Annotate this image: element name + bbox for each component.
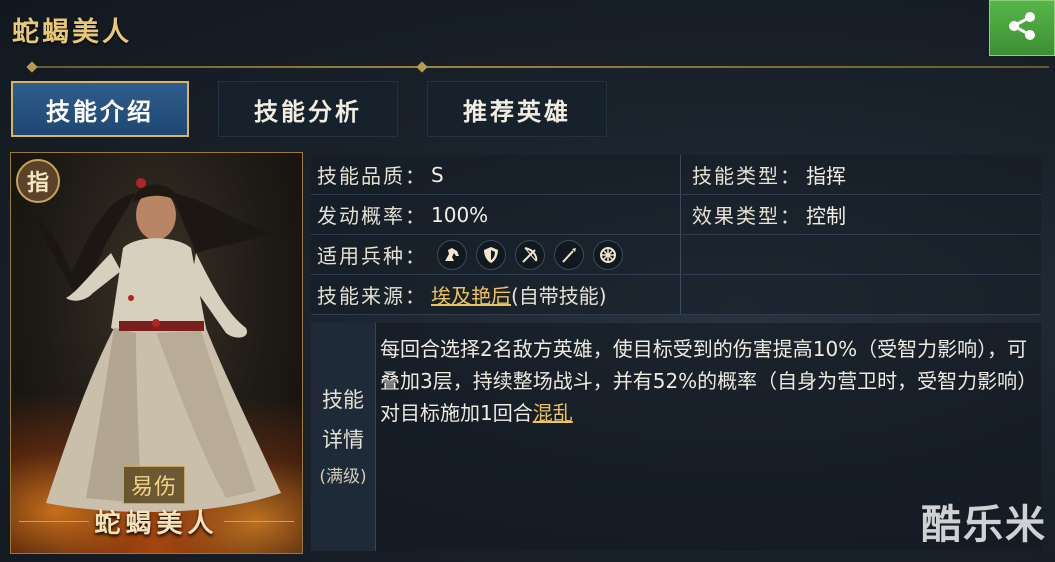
rate-value: 100% — [431, 202, 489, 227]
detail-label-line3: (满级) — [319, 467, 367, 487]
info-row: 适用兵种： — [311, 235, 1041, 275]
detail-label-line2: 详情 — [322, 428, 364, 452]
share-icon — [1005, 9, 1039, 47]
source-hero-link[interactable]: 埃及艳后 — [431, 280, 511, 309]
source-cell: 技能来源： 埃及艳后 (自带技能) — [311, 275, 680, 314]
rate-label: 发动概率： — [317, 204, 427, 228]
skill-type-cell: 技能类型： 指挥 — [680, 155, 1041, 194]
archer-icon[interactable] — [515, 239, 545, 270]
header-divider — [26, 61, 1049, 73]
skill-description: 每回合选择2名敌方英雄，使目标受到的伤害提高10%（受智力影响），可叠加3层，持… — [380, 333, 1040, 429]
detail-label: 技能 详情 (满级) — [311, 323, 376, 551]
page-title: 蛇蝎美人 — [12, 17, 132, 48]
troops-cell: 适用兵种： — [311, 235, 680, 274]
quality-label: 技能品质： — [317, 164, 427, 188]
cavalry-icon[interactable] — [437, 239, 467, 270]
skill-card: 指 易伤 蛇蝎美人 — [10, 152, 303, 554]
empty-cell — [680, 235, 1041, 274]
detail-label-line1: 技能 — [322, 388, 364, 412]
troop-icons — [437, 239, 623, 270]
skill-name: 蛇蝎美人 — [94, 509, 219, 539]
confusion-link[interactable]: 混乱 — [533, 401, 573, 425]
info-row: 技能来源： 埃及艳后 (自带技能) — [311, 275, 1041, 315]
effect-type-cell: 效果类型： 控制 — [680, 195, 1041, 234]
divider-ornament — [26, 61, 38, 73]
empty-cell — [680, 275, 1041, 314]
siege-icon[interactable] — [593, 239, 623, 270]
quality-value: S — [431, 162, 444, 187]
effect-type-label: 效果类型： — [692, 204, 802, 228]
skill-type-label: 技能类型： — [692, 164, 802, 188]
watermark-logo: 酷乐米 — [921, 502, 1047, 548]
rate-cell: 发动概率： 100% — [311, 195, 680, 234]
source-label: 技能来源： — [317, 284, 427, 308]
divider-ornament — [416, 61, 429, 73]
tab-recommended-heroes[interactable]: 推荐英雄 — [427, 81, 607, 137]
description-text: 每回合选择2名敌方英雄，使目标受到的伤害提高10%（受智力影响），可叠加3层，持… — [380, 337, 1038, 425]
tab-skill-intro[interactable]: 技能介绍 — [11, 81, 189, 137]
troops-label: 适用兵种： — [317, 244, 427, 268]
vulnerability-tag: 易伤 — [123, 466, 186, 504]
tab-bar: 技能介绍 技能分析 推荐英雄 — [11, 81, 607, 137]
effect-type-value: 控制 — [806, 204, 846, 228]
info-row: 发动概率： 100% 效果类型： 控制 — [311, 195, 1041, 235]
skill-info-table: 技能品质： S 技能类型： 指挥 发动概率： 100% 效果类型： 控制 适用兵… — [311, 155, 1041, 315]
info-row: 技能品质： S 技能类型： 指挥 — [311, 155, 1041, 195]
tab-skill-analysis[interactable]: 技能分析 — [218, 81, 398, 137]
command-type-badge: 指 — [16, 159, 60, 203]
skill-type-value: 指挥 — [806, 164, 846, 188]
quality-cell: 技能品质： S — [311, 155, 680, 194]
share-button[interactable] — [989, 0, 1055, 56]
spear-icon[interactable] — [554, 239, 584, 270]
source-suffix: (自带技能) — [511, 284, 607, 308]
shield-icon[interactable] — [476, 239, 506, 270]
